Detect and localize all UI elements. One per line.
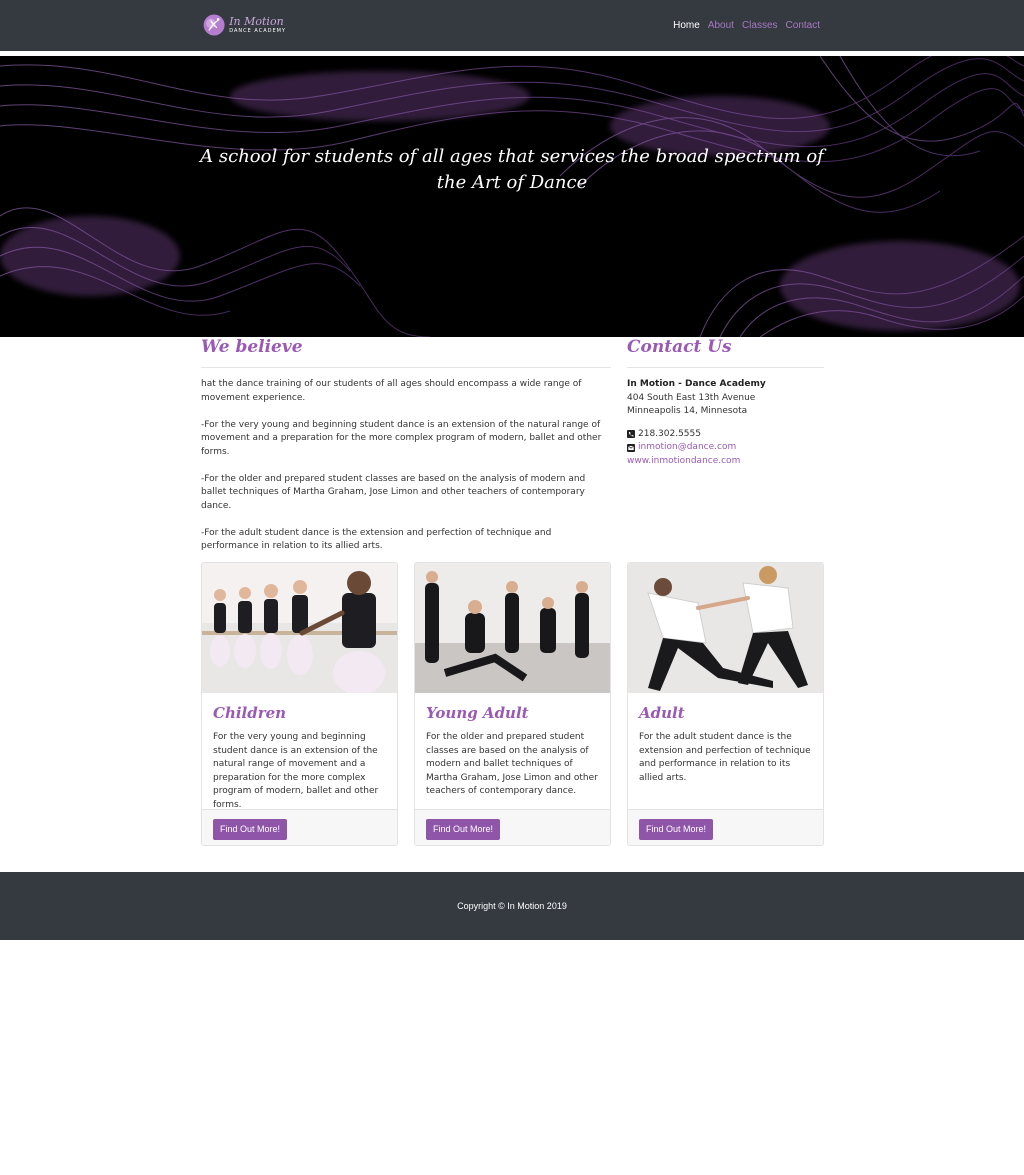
- card-text: For the older and prepared student class…: [426, 732, 598, 796]
- top-navbar: In Motion DANCE ACADEMY Home About Class…: [0, 0, 1024, 51]
- young-adult-dance-photo: [415, 563, 610, 693]
- contact-address-line2: Minneapolis 14, Minnesota: [627, 406, 748, 416]
- contact-phone-row: 218.302.5555: [627, 428, 824, 442]
- find-out-more-button[interactable]: Find Out More!: [426, 818, 501, 840]
- contact-us-heading: Contact Us: [627, 337, 732, 357]
- we-believe-divider: [201, 367, 611, 368]
- class-card-children: Children For the very young and beginnin…: [201, 562, 398, 846]
- hero-tagline: A school for students of all ages that s…: [200, 146, 824, 193]
- purple-smoke-background: [0, 56, 1024, 337]
- card-title: Children: [213, 704, 287, 722]
- nav-link-contact[interactable]: Contact: [786, 19, 820, 33]
- dancer-logo-icon: [203, 14, 225, 36]
- contact-divider: [627, 367, 824, 368]
- hero-banner: A school for students of all ages that s…: [0, 56, 1024, 337]
- contact-website-link[interactable]: www.inmotiondance.com: [627, 455, 740, 469]
- envelope-icon: [627, 443, 635, 452]
- contact-website-row: www.inmotiondance.com: [627, 455, 824, 469]
- card-footer: Find Out More!: [415, 809, 610, 845]
- phone-icon: [627, 430, 635, 439]
- brand-name: In Motion: [229, 15, 284, 28]
- contact-email-row: inmotion@dance.com: [627, 441, 824, 455]
- footer-copyright: Copyright © In Motion 2019: [457, 901, 567, 911]
- contact-email-link[interactable]: inmotion@dance.com: [638, 441, 736, 455]
- card-text: For the adult student dance is the exten…: [639, 732, 811, 783]
- card-title: Adult: [639, 704, 685, 722]
- card-text: For the very young and beginning student…: [213, 732, 379, 810]
- class-card-young-adult: Young Adult For the older and prepared s…: [414, 562, 611, 846]
- class-card-adult: Adult For the adult student dance is the…: [627, 562, 824, 846]
- children-ballet-photo: [202, 563, 397, 693]
- believe-paragraph: -For the older and prepared student clas…: [201, 473, 586, 511]
- we-believe-heading: We believe: [201, 337, 303, 357]
- we-believe-section: We believe hat the dance training of our…: [201, 337, 611, 567]
- contact-organization: In Motion - Dance Academy: [627, 379, 766, 389]
- brand-subtitle: DANCE ACADEMY: [229, 28, 286, 34]
- page-footer: Copyright © In Motion 2019: [0, 872, 1024, 940]
- card-footer: Find Out More!: [628, 809, 823, 845]
- contact-us-section: Contact Us In Motion - Dance Academy 404…: [627, 337, 824, 468]
- nav-link-about[interactable]: About: [708, 19, 734, 33]
- believe-paragraph: -For the adult student dance is the exte…: [201, 527, 552, 552]
- adult-dance-couple-photo: [628, 563, 823, 693]
- main-nav: Home About Classes Contact: [673, 19, 820, 33]
- card-footer: Find Out More!: [202, 809, 397, 845]
- nav-link-home[interactable]: Home: [673, 19, 700, 33]
- believe-paragraph: -For the very young and beginning studen…: [201, 419, 602, 457]
- contact-address-line1: 404 South East 13th Avenue: [627, 392, 756, 403]
- contact-phone: 218.302.5555: [638, 428, 701, 439]
- brand-logo[interactable]: In Motion DANCE ACADEMY: [202, 10, 286, 40]
- nav-link-classes[interactable]: Classes: [742, 19, 778, 33]
- card-title: Young Adult: [426, 704, 529, 722]
- find-out-more-button[interactable]: Find Out More!: [639, 818, 714, 840]
- believe-paragraph: hat the dance training of our students o…: [201, 379, 582, 403]
- find-out-more-button[interactable]: Find Out More!: [213, 818, 288, 840]
